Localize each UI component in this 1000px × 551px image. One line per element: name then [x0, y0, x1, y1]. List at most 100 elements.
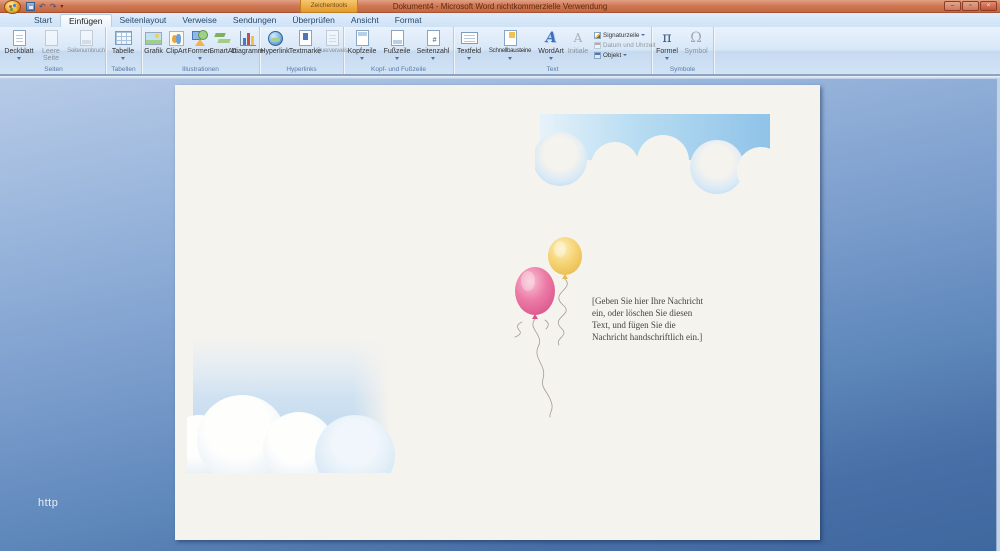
dropdown-arrow-icon — [360, 57, 364, 62]
cloud-graphic-bottom-left[interactable] — [187, 333, 399, 540]
tab-start[interactable]: Start — [26, 14, 60, 27]
group-label-tabellen: Tabellen — [106, 66, 141, 73]
globe-icon — [268, 29, 283, 47]
quick-parts-icon — [504, 29, 517, 47]
object-icon — [594, 52, 601, 59]
drop-cap-icon: A — [574, 29, 583, 47]
vertical-scrollbar[interactable] — [996, 79, 1000, 551]
datum-uhrzeit-button: Datum und Uhrzeit — [594, 40, 656, 50]
calendar-clock-icon — [594, 42, 601, 49]
office-logo-dot — [13, 4, 16, 7]
tab-sendungen[interactable]: Sendungen — [225, 14, 285, 27]
close-icon[interactable]: × — [980, 1, 997, 11]
ribbon-tab-row: Start Einfügen Seitenlayout Verweise Sen… — [0, 13, 1000, 27]
formel-button[interactable]: π Formel — [652, 28, 682, 62]
schnellbausteine-button[interactable]: Schnellbausteine — [484, 28, 536, 62]
dropdown-arrow-icon — [395, 57, 399, 62]
clipart-button[interactable]: ClipArt — [165, 28, 188, 55]
office-button[interactable] — [4, 0, 21, 14]
dropdown-arrow-icon — [121, 57, 125, 62]
tab-verweise[interactable]: Verweise — [174, 14, 225, 27]
text-box-icon — [461, 29, 478, 47]
message-line: ein, oder löschen Sie diesen — [592, 307, 703, 319]
objekt-button[interactable]: Objekt — [594, 50, 656, 60]
tab-seitenlayout[interactable]: Seitenlayout — [112, 14, 175, 27]
dropdown-arrow-icon — [431, 57, 435, 62]
document-page[interactable]: [Geben Sie hier Ihre Nachricht ein, oder… — [175, 85, 820, 540]
textfeld-button[interactable]: Textfeld — [454, 28, 484, 62]
signature-pen-icon — [594, 32, 601, 39]
dropdown-arrow-icon — [623, 54, 627, 58]
redo-icon[interactable]: ↷ — [50, 2, 57, 12]
hyperlink-button[interactable]: Hyperlink — [260, 28, 290, 55]
header-icon — [356, 29, 369, 47]
deckblatt-button[interactable]: Deckblatt — [2, 28, 36, 62]
dropdown-arrow-icon — [198, 57, 202, 62]
group-label-symbole: Symbole — [652, 66, 713, 73]
group-label-illustrationen: Illustrationen — [142, 66, 259, 73]
group-label-kopf-fusszeile: Kopf- und Fußzeile — [344, 66, 453, 73]
leere-seite-button: Leere Seite — [36, 28, 66, 63]
bookmark-icon — [299, 29, 312, 47]
cloud-graphic-top-right[interactable] — [535, 111, 770, 206]
picture-icon — [145, 29, 162, 47]
ribbon-group-illustrationen: Grafik ClipArt Formen SmartArt — [142, 27, 260, 74]
tab-ansicht[interactable]: Ansicht — [343, 14, 387, 27]
formen-button[interactable]: Formen — [188, 28, 211, 62]
fusszeile-button[interactable]: Fußzeile — [380, 28, 414, 62]
blank-page-icon — [45, 29, 58, 47]
dropdown-arrow-icon — [508, 57, 512, 62]
ribbon: Deckblatt Leere Seite Seitenumbruch Seit… — [0, 27, 1000, 75]
table-icon — [115, 29, 132, 47]
http-watermark-text: http — [38, 497, 58, 509]
wordart-button[interactable]: A WordArt — [536, 28, 566, 62]
ribbon-group-seiten: Deckblatt Leere Seite Seitenumbruch Seit… — [2, 27, 106, 74]
equation-pi-icon: π — [662, 29, 671, 47]
quick-access-toolbar: ↶ ↷ ▾ — [26, 1, 63, 12]
clipart-icon — [169, 29, 184, 47]
querverweis-button: Querverweis — [320, 28, 344, 55]
smartart-icon — [215, 29, 232, 47]
grafik-button[interactable]: Grafik — [142, 28, 165, 55]
qat-menu-icon[interactable]: ▾ — [60, 2, 63, 12]
ribbon-group-symbole: π Formel Ω Symbol Symbole — [652, 27, 714, 74]
tab-ueberpruefen[interactable]: Überprüfen — [284, 14, 343, 27]
message-line: Text, und fügen Sie die — [592, 319, 703, 331]
message-placeholder-text[interactable]: [Geben Sie hier Ihre Nachricht ein, oder… — [592, 295, 703, 343]
wordart-icon: A — [546, 29, 557, 47]
diagramm-button[interactable]: Diagramm — [235, 28, 260, 55]
tab-einfuegen[interactable]: Einfügen — [60, 14, 112, 27]
group-label-hyperlinks: Hyperlinks — [260, 66, 343, 73]
seitenzahl-button[interactable]: # Seitenzahl — [414, 28, 452, 62]
dropdown-arrow-icon — [665, 57, 669, 62]
message-line: [Geben Sie hier Ihre Nachricht — [592, 295, 703, 307]
ribbon-group-hyperlinks: Hyperlink Textmarke Querverweis Hyperlin… — [260, 27, 344, 74]
signaturzeile-button[interactable]: Signaturzeile — [594, 30, 656, 40]
shapes-icon — [192, 29, 208, 47]
kopfzeile-button[interactable]: Kopfzeile — [344, 28, 380, 62]
omega-symbol-icon: Ω — [690, 29, 702, 47]
dropdown-arrow-icon — [17, 57, 21, 62]
undo-icon[interactable]: ↶ — [39, 2, 46, 12]
save-icon[interactable] — [26, 2, 35, 11]
seitenumbruch-button: Seitenumbruch — [66, 28, 106, 55]
ribbon-group-text: Textfeld Schnellbausteine A WordArt — [454, 27, 652, 74]
cross-reference-icon — [326, 29, 339, 47]
dropdown-arrow-icon — [641, 34, 645, 38]
ribbon-group-kopf-fusszeile: Kopfzeile Fußzeile # Seitenzahl Kopf- un… — [344, 27, 454, 74]
dropdown-arrow-icon — [549, 57, 553, 62]
initiale-button: A Initiale — [566, 28, 590, 55]
office-logo-dot — [14, 8, 17, 11]
minimize-icon[interactable]: – — [944, 1, 961, 11]
symbol-button: Ω Symbol — [682, 28, 710, 55]
titlebar: ↶ ↷ ▾ Zeichentools Dokument4 - Microsoft… — [0, 0, 1000, 13]
chart-icon — [240, 29, 256, 47]
page-break-icon — [80, 29, 93, 47]
ribbon-group-tabellen: Tabelle Tabellen — [106, 27, 142, 74]
tab-format[interactable]: Format — [387, 14, 430, 27]
tabelle-button[interactable]: Tabelle — [106, 28, 140, 62]
footer-icon — [391, 29, 404, 47]
restore-icon[interactable]: ▫ — [962, 1, 979, 11]
cover-page-icon — [13, 29, 26, 47]
word-window: ↶ ↷ ▾ Zeichentools Dokument4 - Microsoft… — [0, 0, 1000, 551]
